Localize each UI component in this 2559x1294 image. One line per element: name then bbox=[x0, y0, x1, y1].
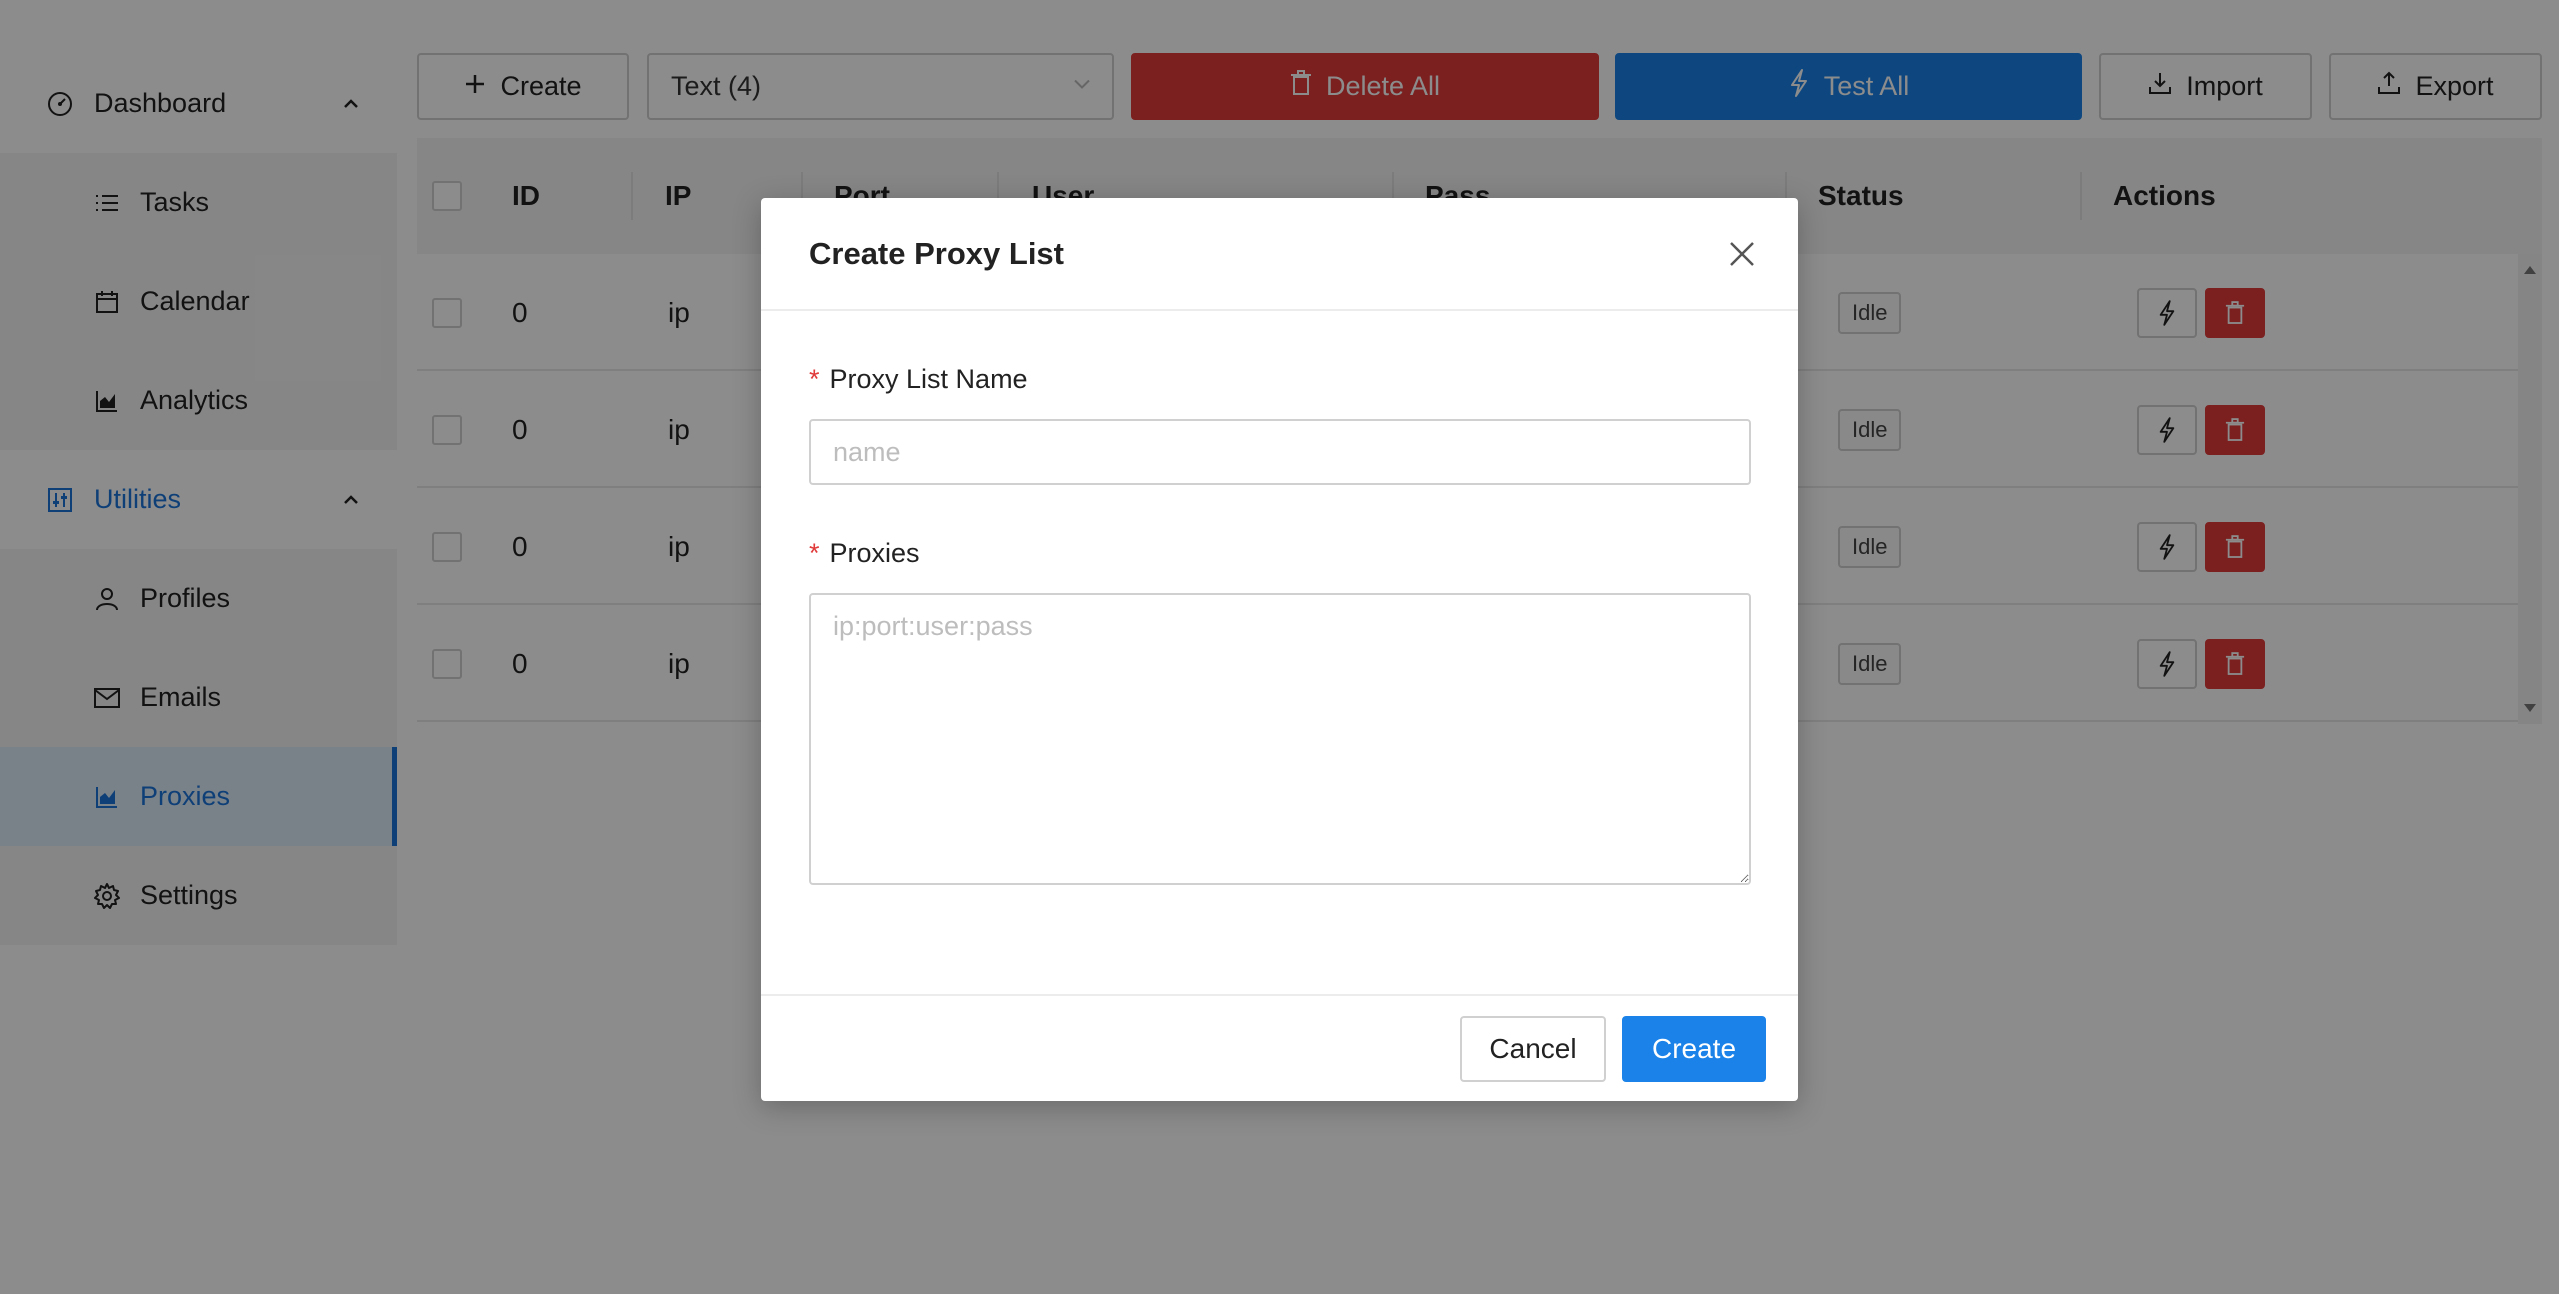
modal-header: Create Proxy List bbox=[761, 198, 1798, 311]
modal-footer: Cancel Create bbox=[761, 994, 1798, 1101]
required-mark: * bbox=[809, 537, 820, 568]
proxy-list-name-label: * Proxy List Name bbox=[809, 359, 1750, 399]
proxies-label: * Proxies bbox=[809, 533, 1750, 573]
proxy-list-name-input[interactable] bbox=[809, 419, 1751, 485]
close-icon[interactable] bbox=[1722, 234, 1762, 274]
modal-title: Create Proxy List bbox=[809, 235, 1064, 271]
create-proxy-list-modal: Create Proxy List * Proxy List Name * Pr… bbox=[761, 198, 1798, 1101]
proxies-label-text: Proxies bbox=[829, 537, 920, 568]
create-submit-button[interactable]: Create bbox=[1622, 1015, 1766, 1082]
proxies-textarea[interactable] bbox=[809, 593, 1751, 885]
proxy-list-name-label-text: Proxy List Name bbox=[829, 363, 1028, 394]
required-mark: * bbox=[809, 363, 820, 394]
modal-body: * Proxy List Name * Proxies bbox=[761, 311, 1798, 890]
cancel-button[interactable]: Cancel bbox=[1460, 1015, 1606, 1082]
